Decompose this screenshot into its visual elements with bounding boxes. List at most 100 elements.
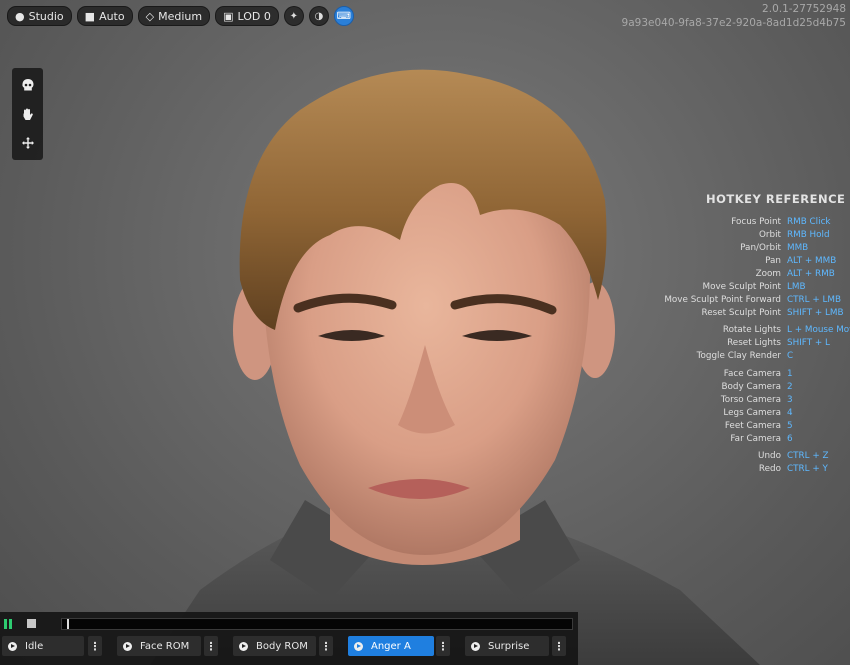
studio-lighting-button[interactable]: ● Studio [7,6,72,26]
hotkey-keys: L + Mouse Move [787,325,850,335]
wand-icon: ✦ [289,10,299,22]
hotkey-action-label: Far Camera [730,434,781,444]
hotkey-row: Far Camera 6 [660,433,850,446]
face-icon [123,641,132,651]
hotkey-action-label: Redo [758,464,781,474]
anim-tab-label: Body ROM [256,640,308,652]
hotkey-action-label: Pan/Orbit [740,243,781,253]
hotkey-keys: 2 [787,382,793,392]
stop-button[interactable] [27,619,36,628]
hotkey-action-label: Undo [758,451,781,461]
move-arrows-icon [21,137,34,149]
anim-tab-surprise[interactable]: Surprise [465,636,549,656]
studio-label: Studio [28,9,64,23]
hotkey-action-label: Torso Camera [720,395,781,405]
clay-render-button[interactable]: ◑ [308,6,329,26]
hotkey-action-label: Orbit [758,230,781,240]
hotkey-action-label: Legs Camera [723,408,781,418]
hotkey-action-label: Reset Lights [727,338,781,348]
hotkey-row: Legs Camera 4 [660,407,850,420]
timeline-cursor[interactable] [67,619,69,629]
timeline-scrubber[interactable] [61,618,573,630]
hotkey-action-label: Reset Sculpt Point [701,308,781,318]
hotkey-row: Rotate Lights L + Mouse Move [660,324,850,337]
move-tool-button[interactable] [12,130,43,156]
camera-mode-button[interactable]: ■ Auto [76,6,133,26]
anim-tab-face-rom[interactable]: Face ROM [117,636,201,656]
hotkey-row: Redo CTRL + Y [660,463,850,476]
pause-button[interactable] [4,619,14,629]
anim-surprise-menu[interactable]: ⋮ [552,636,566,656]
lod-button[interactable]: ▣ LOD 0 [215,6,279,26]
mouth [368,479,470,499]
anim-tab-label: Idle [25,640,44,652]
anim-tab-body-rom[interactable]: Body ROM [233,636,316,656]
nose [398,345,455,434]
collar-left [270,500,380,600]
hotkey-keys: CTRL + LMB [787,295,842,305]
cube-icon: ▣ [223,9,234,23]
hotkey-action-label: Zoom [755,269,781,279]
hotkey-keys: SHIFT + LMB [787,308,844,318]
version-info: 2.0.1-27752948 9a93e040-9fa8-37e2-920a-8… [622,2,846,30]
brow-left [293,293,397,313]
neck [330,440,520,565]
lod-label: LOD 0 [237,9,271,23]
hotkey-reference-button[interactable]: ⌨ [333,6,354,26]
hotkey-row: Body Camera 2 [660,381,850,394]
body-tool-button[interactable] [12,101,43,127]
hotkey-keys: LMB [787,282,806,292]
hotkey-keys: CTRL + Z [787,451,829,461]
camera-mode-label: Auto [99,9,125,23]
brow-right [450,294,557,315]
anim-face-rom-menu[interactable]: ⋮ [204,636,218,656]
running-figure-icon [239,641,248,651]
lightbulb-icon: ● [15,9,25,23]
hotkey-keys: RMB Hold [787,230,830,240]
hotkey-row: Move Sculpt Point LMB [660,281,850,294]
anim-tab-idle[interactable]: Idle [2,636,84,656]
hotkey-title: HOTKEY REFERENCE [706,192,846,206]
eye-right [462,330,532,341]
hotkey-keys: 1 [787,369,793,379]
play-circle-icon [8,641,17,651]
hotkey-row: Toggle Clay Render C [660,350,850,363]
collar-right [470,500,580,600]
hotkey-keys: 6 [787,434,793,444]
face [262,140,591,555]
face-tool-button[interactable] [12,72,43,98]
anim-body-rom-menu[interactable]: ⋮ [319,636,333,656]
hotkey-keys: RMB Click [787,217,831,227]
anim-anger-a-menu[interactable]: ⋮ [436,636,450,656]
ear-right [575,282,615,378]
face-icon [471,641,480,651]
eye-left [318,330,385,341]
hotkey-keys: SHIFT + L [787,338,830,348]
hotkey-keys: 4 [787,408,793,418]
hotkey-row: Zoom ALT + RMB [660,268,850,281]
hotkey-keys: C [787,351,794,361]
viewport-toolbar: ● Studio ■ Auto ◇ Medium ▣ LOD 0 ✦ ◑ ⌨ [7,6,354,26]
anim-tab-anger-a[interactable]: Anger A [348,636,434,656]
play-circle-icon [354,641,363,651]
hotkey-row: Move Sculpt Point Forward CTRL + LMB [660,294,850,307]
quality-button[interactable]: ◇ Medium [137,6,211,26]
pause-icon-left [4,619,7,629]
hotkey-action-label: Body Camera [721,382,781,392]
diamond-icon: ◇ [145,9,155,23]
hotkey-keys: 3 [787,395,793,405]
hotkey-row: Face Camera 1 [660,368,850,381]
skull-icon [21,78,33,90]
sculpt-toggle-button[interactable]: ✦ [283,6,304,26]
sphere-icon: ◑ [314,10,324,22]
anim-tab-label: Anger A [371,640,411,652]
hotkey-row: Orbit RMB Hold [660,229,850,242]
hotkey-row: Feet Camera 5 [660,420,850,433]
anim-idle-menu[interactable]: ⋮ [88,636,102,656]
hotkey-keys: MMB [787,243,809,253]
hotkey-action-label: Move Sculpt Point [702,282,782,292]
hotkey-row: Pan/Orbit MMB [660,242,850,255]
hotkey-keys: ALT + RMB [787,269,835,279]
tool-panel [12,68,43,160]
quality-label: Medium [158,9,203,23]
